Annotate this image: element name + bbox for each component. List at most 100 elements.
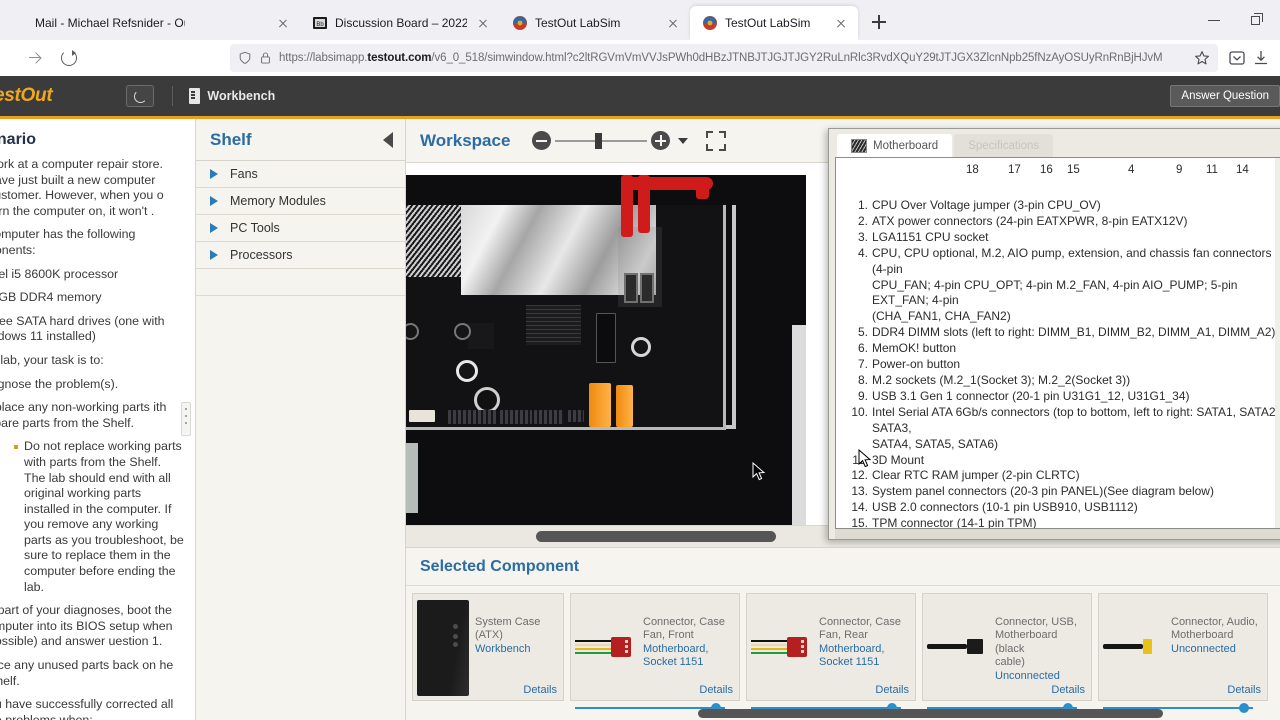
scenario-tasks-list: iagnose the problem(s). eplace any non-w… [0, 377, 185, 432]
component-name: Connector, Audio, Motherboard [1171, 616, 1258, 642]
shelf-panel: Shelf Fans Memory Modules PC Tools Processo… [195, 119, 405, 720]
save-to-pocket-icon[interactable] [1226, 47, 1248, 69]
collapse-left-icon[interactable] [383, 131, 393, 148]
answer-question-button[interactable]: Answer Question [1170, 85, 1280, 107]
downloads-icon[interactable] [1250, 47, 1272, 69]
component-card[interactable]: Connector, Case Fan, Rear Motherboard, So… [746, 593, 916, 713]
fullscreen-button[interactable] [706, 130, 727, 151]
component-card[interactable]: Connector, USB, Motherboard (black cable… [922, 593, 1092, 713]
list-item-number: 8. [857, 372, 868, 387]
lab-reload-button[interactable] [126, 85, 155, 107]
close-icon[interactable] [274, 14, 292, 32]
list-item-number: 9. [857, 388, 868, 403]
nav-bar-right [1226, 47, 1280, 69]
list-item-text: CPU Over Voltage jumper (3-pin CPU_OV) [872, 198, 1101, 212]
new-tab-button[interactable] [864, 7, 894, 37]
motherboard-thumbnail-icon [851, 138, 867, 153]
browser-tab-3[interactable]: TestOut LabSim [500, 6, 690, 40]
shelf-header: Shelf [196, 119, 405, 161]
shelf-item-processors[interactable]: Processors [196, 242, 405, 269]
component-card[interactable]: Connector, Audio, Motherboard Unconnected… [1098, 593, 1268, 713]
shelf-item-label: Fans [230, 167, 258, 181]
zoom-in-button[interactable] [651, 131, 671, 150]
spec-horizontal-scrollbar[interactable] [835, 529, 1280, 539]
list-item: 8. M.2 sockets (M.2_1(Socket 3); M.2_2(So… [846, 373, 1280, 389]
list-item: 2 GB DDR4 memory [0, 290, 102, 305]
lock-icon [261, 52, 270, 64]
list-item: 5. DDR4 DIMM slots (left to right: DIMM_B… [846, 325, 1280, 341]
callout-number: 9 [1176, 164, 1183, 176]
zoom-slider[interactable] [555, 132, 648, 149]
scenario-tasks-list-2: s part of your diagnoses, boot the omput… [0, 603, 185, 720]
shelf-item-label: Processors [230, 248, 293, 262]
expand-triangle-icon[interactable] [210, 196, 218, 206]
scenario-title: enario [0, 131, 37, 148]
component-location: Workbench [475, 642, 531, 655]
list-item-number: 13. [851, 484, 868, 499]
component-strip-scrollbar[interactable] [698, 709, 1163, 718]
shelf-item-pc-tools[interactable]: PC Tools [196, 215, 405, 242]
header-divider [172, 86, 174, 106]
callout-number: 17 [1008, 164, 1021, 176]
list-item-number: 5. [857, 325, 868, 340]
expand-triangle-icon[interactable] [210, 250, 218, 260]
panel-resize-handle[interactable] [181, 402, 191, 436]
expand-triangle-icon[interactable] [210, 169, 218, 179]
component-card[interactable]: System Case (ATX) Workbench Details [412, 593, 564, 701]
list-item-number: 14. [851, 500, 868, 515]
component-card[interactable]: Connector, Case Fan, Front Motherboard, S… [570, 593, 740, 713]
close-icon[interactable] [664, 14, 682, 32]
zoom-slider-knob[interactable] [595, 132, 603, 149]
shelf-item-fans[interactable]: Fans [196, 161, 405, 188]
close-icon[interactable] [474, 14, 492, 32]
callout-number-row: 18171615491114413 [836, 158, 1280, 182]
zoom-out-button[interactable] [532, 131, 552, 150]
shelf-title: Shelf [210, 129, 252, 149]
bookmark-star-icon[interactable] [1194, 50, 1210, 66]
list-item-number: 6. [857, 341, 868, 356]
motherboard-spec-window: Motherboard Specifications 18 17 16 15 4 9 11 1… [828, 128, 1280, 540]
spec-content[interactable]: 18171615491114413 1.CPU Over Voltage jum… [835, 157, 1280, 529]
workbench-label: Workbench [207, 89, 276, 103]
browser-tab-1[interactable]: OMail - Michael Refsnider - Outlo [0, 6, 300, 40]
list-item-text: 3D Mount [872, 452, 925, 467]
forward-button[interactable] [18, 43, 52, 73]
workbench-nav-item[interactable]: Workbench [189, 88, 275, 104]
tab-label: Specifications [968, 139, 1040, 152]
tab-title: TestOut LabSim [725, 16, 811, 30]
shelf-category-list: Fans Memory Modules PC Tools Processors [196, 161, 405, 269]
close-icon[interactable] [832, 14, 850, 32]
restore-button[interactable] [1236, 0, 1280, 40]
shelf-empty-row [196, 269, 405, 296]
callout-number: 14 [1236, 164, 1249, 176]
tab-specifications[interactable]: Specifications [954, 134, 1054, 157]
list-item: ou have successfully corrected all he pr… [0, 697, 174, 720]
scenario-paragraph-2: computer has the following ponents: [0, 227, 136, 257]
testout-icon [702, 15, 718, 31]
details-link[interactable]: Details [699, 684, 733, 696]
spec-vertical-scrollbar[interactable] [1275, 158, 1280, 528]
details-link[interactable]: Details [875, 684, 909, 696]
list-item-text: USB 2.0 connectors (10-1 pin USB910, USB… [872, 500, 1138, 515]
callout-number: 18 [966, 164, 979, 176]
component-name: Connector, Case Fan, Front [643, 616, 725, 642]
list-item-text: USB 3.1 Gen 1 connector (20-1 pin U31G1_… [872, 388, 1190, 403]
motherboard-image[interactable] [406, 175, 806, 530]
chevron-down-icon[interactable] [678, 137, 689, 144]
blackboard-icon: Bb [312, 15, 328, 31]
reload-button[interactable] [52, 43, 86, 73]
component-location: Unconnected [995, 669, 1060, 682]
expand-triangle-icon[interactable] [210, 223, 218, 233]
minimize-button[interactable] [1192, 0, 1236, 40]
shelf-item-memory-modules[interactable]: Memory Modules [196, 188, 405, 215]
address-bar[interactable]: https://labsimapp.testout.com/v6_0_518/s… [230, 44, 1218, 72]
details-link[interactable]: Details [1051, 684, 1085, 696]
scenario-subtask-list: Do not replace working parts with parts … [10, 439, 185, 595]
tab-motherboard[interactable]: Motherboard [837, 134, 953, 157]
browser-tab-4[interactable]: TestOut LabSim [690, 6, 858, 40]
details-link[interactable]: Details [1227, 684, 1261, 696]
scrollbar-thumb[interactable] [536, 531, 776, 542]
component-name: System Case (ATX) [475, 616, 541, 642]
details-link[interactable]: Details [523, 684, 557, 696]
browser-tab-2[interactable]: Bb Discussion Board – 2022FA_CIS1 [300, 6, 500, 40]
